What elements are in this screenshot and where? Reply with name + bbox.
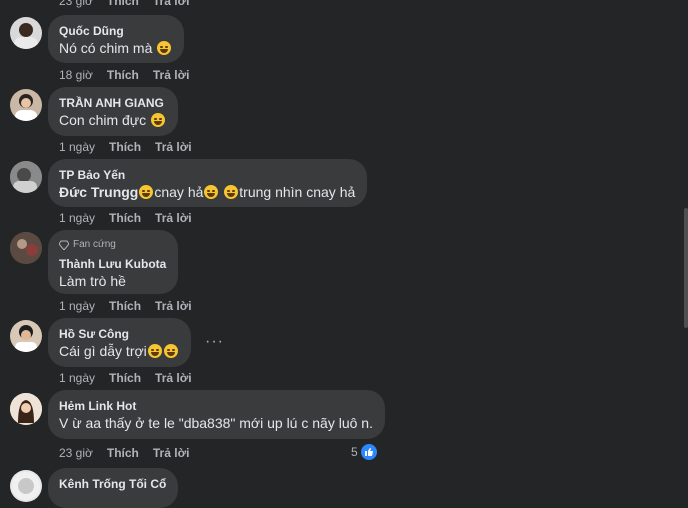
comment-time[interactable]: 1 ngày — [59, 298, 95, 314]
comment-time[interactable]: 1 ngày — [59, 139, 95, 155]
avatar[interactable] — [10, 17, 42, 49]
action-row: 23 giờ Thích Trả lời — [59, 445, 189, 461]
reaction-number: 5 — [351, 445, 358, 459]
reply-action[interactable]: Trả lời — [155, 139, 192, 155]
comment-time[interactable]: 1 ngày — [59, 370, 95, 386]
reply-action[interactable]: Trả lời — [155, 370, 192, 386]
comment-time[interactable]: 1 ngày — [59, 210, 95, 226]
more-options-icon[interactable]: ··· — [205, 333, 224, 351]
reply-action[interactable]: Trả lời — [155, 298, 192, 314]
comment-bubble: Hồ Sư Công Cái gì dẫy trợi — [48, 318, 191, 367]
commenter-name[interactable]: Quốc Dũng — [59, 23, 172, 39]
scrollbar[interactable] — [684, 208, 688, 328]
like-action[interactable]: Thích — [109, 370, 141, 386]
action-row: 1 ngày Thích Trả lời — [59, 210, 192, 226]
comment-text: trung nhìn cnay hả — [239, 184, 356, 200]
action-row: 18 giờ Thích Trả lời — [59, 67, 189, 83]
reply-action[interactable]: Trả lời — [153, 0, 190, 9]
unamused-emoji-icon — [224, 185, 239, 199]
action-row: 23 giờ Thích Trả lời — [59, 0, 189, 9]
avatar[interactable] — [10, 232, 42, 264]
comment-bubble: Fan cứng Thành Lưu Kubota Làm trò hề — [48, 230, 179, 294]
comment-time[interactable]: 23 giờ — [59, 445, 93, 461]
comment-text: V ừ aa thấy ở te le "dba838" mới up lú c… — [59, 415, 373, 431]
comment-bubble: Hẻm Link Hot V ừ aa thấy ở te le "dba838… — [48, 390, 385, 439]
diamond-icon — [59, 240, 69, 250]
reply-action[interactable]: Trả lời — [155, 210, 192, 226]
comment-time[interactable]: 23 giờ — [59, 0, 93, 9]
like-action[interactable]: Thích — [107, 67, 139, 83]
like-action[interactable]: Thích — [109, 139, 141, 155]
commenter-name[interactable]: Hồ Sư Công — [59, 326, 179, 342]
action-row: 1 ngày Thích Trả lời — [59, 298, 192, 314]
commenter-name[interactable]: TP Bảo Yến — [59, 167, 355, 183]
crying-emoji-icon — [163, 344, 178, 358]
reply-action[interactable]: Trả lời — [153, 67, 190, 83]
comment-time[interactable]: 18 giờ — [59, 67, 93, 83]
crying-emoji-icon — [147, 344, 162, 358]
mention-link[interactable]: Đức Trungg — [59, 184, 138, 200]
commenter-name[interactable]: Kênh Trống Tối Cổ — [59, 476, 166, 492]
avatar[interactable] — [10, 393, 42, 425]
like-action[interactable]: Thích — [109, 298, 141, 314]
badge-label: Fan cứng — [73, 239, 116, 250]
commenter-name[interactable]: TRẦN ANH GIANG — [59, 95, 166, 111]
avatar[interactable] — [10, 320, 42, 352]
like-icon — [360, 444, 377, 460]
avatar[interactable] — [10, 161, 42, 193]
avatar[interactable] — [10, 470, 42, 502]
reply-action[interactable]: Trả lời — [153, 445, 190, 461]
unamused-emoji-icon — [139, 185, 154, 199]
comment-bubble: Kênh Trống Tối Cổ — [48, 468, 179, 508]
comment-bubble: TP Bảo Yến Đức Trungg cnay hả trung nhìn … — [48, 159, 368, 207]
comment-text: Cái gì dẫy trợi — [59, 343, 147, 359]
comment-text: cnay hả — [154, 184, 204, 200]
commenter-name[interactable]: Hẻm Link Hot — [59, 398, 373, 414]
like-action[interactable]: Thích — [107, 0, 139, 9]
comment-bubble: Quốc Dũng Nó có chim mà — [48, 15, 185, 63]
grin-emoji-icon — [157, 41, 172, 55]
laugh-emoji-icon — [151, 113, 166, 127]
action-row: 1 ngày Thích Trả lời — [59, 139, 192, 155]
comment-text: Con chim đực — [59, 112, 147, 128]
action-row: 1 ngày Thích Trả lời — [59, 370, 192, 386]
fan-badge[interactable]: Fan cứng — [59, 238, 166, 252]
like-action[interactable]: Thích — [109, 210, 141, 226]
reaction-count[interactable]: 5 — [351, 444, 377, 460]
comment-text: Nó có chim mà — [59, 40, 153, 56]
avatar[interactable] — [10, 89, 42, 121]
like-action[interactable]: Thích — [107, 445, 139, 461]
comment-text: Làm trò hề — [59, 273, 126, 289]
commenter-name[interactable]: Thành Lưu Kubota — [59, 256, 166, 272]
comment-bubble: TRẦN ANH GIANG Con chim đực — [48, 87, 179, 136]
unamused-emoji-icon — [204, 185, 219, 199]
